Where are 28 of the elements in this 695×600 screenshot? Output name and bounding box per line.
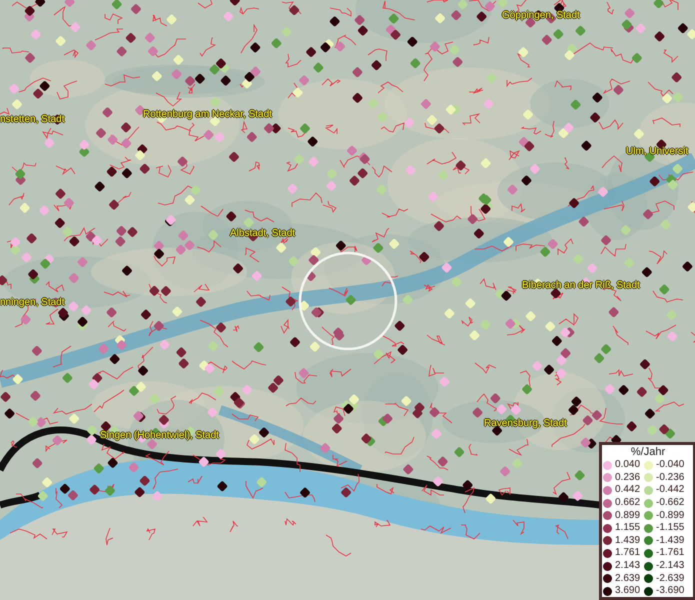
legend-value: 0.899 <box>615 510 640 522</box>
legend-value: -0.040 <box>656 459 684 472</box>
legend-value: 0.442 <box>615 484 640 496</box>
legend-value: 0.040 <box>615 459 640 472</box>
place-label: Rottenburg am Neckar, Stadt <box>143 109 272 121</box>
legend-value: 0.662 <box>615 497 640 510</box>
legend-value: -0.662 <box>656 497 684 510</box>
legend-value: -0.442 <box>656 484 684 496</box>
legend-value: 1.155 <box>615 522 640 534</box>
legend-value: 2.639 <box>615 572 640 585</box>
legend-value: 1.439 <box>615 534 640 547</box>
legend-value: -0.899 <box>656 510 684 522</box>
legend-value: -2.639 <box>656 572 684 585</box>
legend-value: 2.143 <box>615 560 640 572</box>
place-label: Ulm, Universit <box>626 146 688 158</box>
legend-value: -1.439 <box>656 534 684 547</box>
legend-value: 1.761 <box>615 547 640 560</box>
place-label: Ravensburg, Stadt <box>484 418 567 430</box>
place-label: Singen (Hohentwiel), Stadt <box>100 430 219 442</box>
legend-title: %/Jahr <box>630 446 666 459</box>
legend-value: -2.143 <box>656 560 684 572</box>
legend-value: -0.236 <box>656 472 684 484</box>
legend-value: -3.690 <box>656 585 684 598</box>
legend-value: 0.236 <box>615 472 640 484</box>
legend-value: -1.155 <box>656 522 684 534</box>
legend-value: -1.761 <box>656 547 684 560</box>
legend-value: 3.690 <box>615 585 640 598</box>
place-label: Biberach an der Riß, Stadt <box>522 280 640 292</box>
